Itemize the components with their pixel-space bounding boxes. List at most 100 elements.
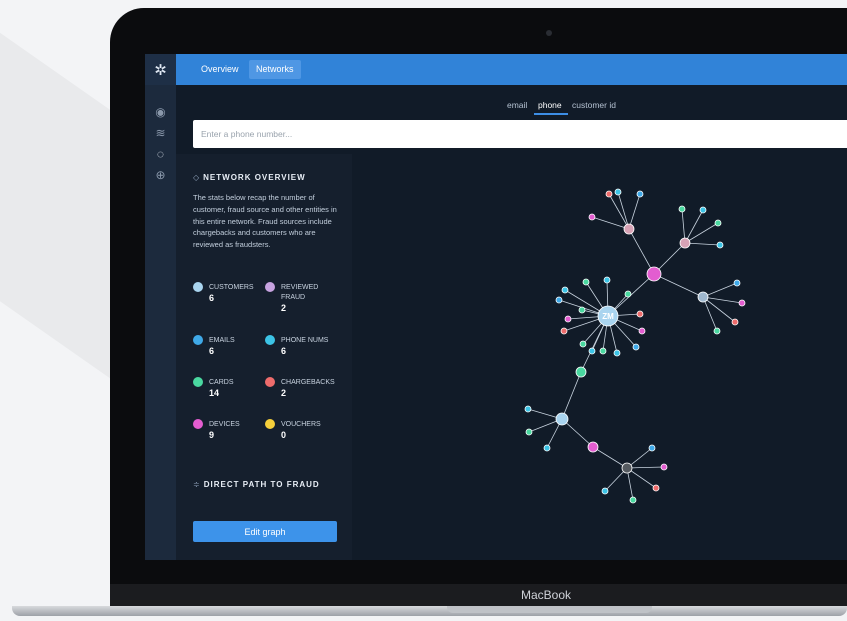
- graph-leaf-node[interactable]: [629, 496, 637, 504]
- tab-email[interactable]: email: [507, 100, 527, 110]
- graph-leaf-node[interactable]: [636, 310, 644, 318]
- laptop-brand: MacBook: [521, 588, 572, 602]
- graph-hub-node[interactable]: [646, 266, 662, 282]
- graph-leaf-node[interactable]: [560, 327, 568, 335]
- active-tab-indicator: [534, 113, 568, 115]
- graph-hub-node[interactable]: [587, 441, 599, 453]
- graph-hub-node[interactable]: [575, 366, 587, 378]
- edit-graph-button[interactable]: Edit graph: [193, 521, 337, 542]
- graph-leaf-node[interactable]: [525, 428, 533, 436]
- graph-edge: [628, 193, 641, 230]
- graph-leaf-node[interactable]: [524, 405, 532, 413]
- graph-leaf-node[interactable]: [564, 315, 572, 323]
- tab-phone[interactable]: phone: [538, 100, 562, 110]
- graph-leaf-node[interactable]: [555, 296, 563, 304]
- graph-edge: [684, 209, 704, 244]
- stat-label: PHONE NUMS: [281, 337, 329, 344]
- center-node-label: ZM: [602, 312, 614, 321]
- graph-hub-node[interactable]: [697, 291, 709, 303]
- voucher-icon: [265, 419, 275, 429]
- graph-edge: [626, 466, 665, 469]
- graph-leaf-node[interactable]: [561, 286, 569, 294]
- graph-hub-node[interactable]: [679, 237, 691, 249]
- stat-value: 2: [281, 388, 287, 398]
- graph-leaf-node[interactable]: [713, 327, 721, 335]
- phone-search-input[interactable]: [193, 120, 847, 148]
- stat-label: EMAILS: [209, 337, 235, 344]
- phone-icon: [265, 335, 275, 345]
- stat-value: 14: [209, 388, 220, 398]
- graph-leaf-node[interactable]: [731, 318, 739, 326]
- device-icon: [193, 419, 203, 429]
- graph-leaf-node[interactable]: [652, 484, 660, 492]
- graph-leaf-node[interactable]: [601, 487, 609, 495]
- tab-networks[interactable]: Networks: [249, 60, 301, 79]
- direct-path-title: ≑ DIRECT PATH TO FRAUD: [193, 480, 320, 489]
- flag-icon: [265, 282, 275, 292]
- graph-edge: [592, 446, 628, 469]
- graph-leaf-node[interactable]: [588, 213, 596, 221]
- graph-leaf-node[interactable]: [579, 340, 587, 348]
- graph-edge: [653, 273, 704, 298]
- stat-value: 9: [209, 430, 215, 440]
- laptop-chin: [110, 584, 847, 608]
- graph-leaf-node[interactable]: [543, 444, 551, 452]
- laptop-base: [12, 606, 847, 616]
- compass-icon[interactable]: ◉: [154, 106, 167, 119]
- tab-overview[interactable]: Overview: [194, 60, 246, 79]
- graph-leaf-node[interactable]: [624, 290, 632, 298]
- graph-leaf-node[interactable]: [599, 347, 607, 355]
- graph-leaf-node[interactable]: [648, 444, 656, 452]
- user-icon: [193, 282, 203, 292]
- stat-label: VOUCHERS: [281, 421, 321, 428]
- graph-leaf-node[interactable]: [699, 206, 707, 214]
- graph-leaf-node[interactable]: [714, 219, 722, 227]
- stat-value: 6: [281, 346, 287, 356]
- graph-edge: [702, 296, 743, 304]
- graph-leaf-node[interactable]: [738, 299, 746, 307]
- overview-panel: ◇ NETWORK OVERVIEW The stats below recap …: [176, 154, 352, 560]
- stat-value: 0: [281, 430, 287, 440]
- direct-path-label: DIRECT PATH TO FRAUD: [203, 480, 320, 489]
- graph-leaf-node[interactable]: [578, 306, 586, 314]
- globe-icon[interactable]: ⊕: [154, 169, 167, 182]
- layers-icon[interactable]: ≋: [154, 127, 167, 140]
- graph-leaf-node[interactable]: [632, 343, 640, 351]
- graph-leaf-node[interactable]: [613, 349, 621, 357]
- path-icon: ≑: [193, 480, 201, 489]
- graph-hub-node[interactable]: [555, 412, 569, 426]
- graph-leaf-node[interactable]: [582, 278, 590, 286]
- graph-leaf-node[interactable]: [588, 347, 596, 355]
- stat-label: CHARGEBACKS: [281, 379, 335, 386]
- network-overview-title: ◇ NETWORK OVERVIEW: [193, 173, 306, 182]
- graph-leaf-node[interactable]: [733, 279, 741, 287]
- graph-hub-node[interactable]: [623, 223, 635, 235]
- graph-leaf-node[interactable]: [638, 327, 646, 335]
- graph-leaf-node[interactable]: [603, 276, 611, 284]
- graph-leaf-node[interactable]: [605, 190, 613, 198]
- graph-leaf-node[interactable]: [614, 188, 622, 196]
- app-screen: ZM ✲ ◉ ≋ ◌ ⊕ Overview Networks email pho…: [145, 54, 847, 560]
- graph-leaf-node[interactable]: [678, 205, 686, 213]
- chargeback-icon: [265, 377, 275, 387]
- card-icon: [193, 377, 203, 387]
- network-overview-label: NETWORK OVERVIEW: [203, 173, 306, 182]
- stat-value: 6: [209, 346, 215, 356]
- graph-leaf-node[interactable]: [660, 463, 668, 471]
- app-logo-icon[interactable]: ✲: [145, 54, 176, 85]
- graph-leaf-node[interactable]: [636, 190, 644, 198]
- stat-value: 2: [281, 303, 287, 313]
- graph-edge: [617, 191, 630, 230]
- graph-leaf-node[interactable]: [716, 241, 724, 249]
- laptop-notch: [447, 606, 652, 613]
- tab-customer-id[interactable]: customer id: [572, 100, 616, 110]
- network-icon[interactable]: ◌: [154, 148, 167, 161]
- graph-hub-node[interactable]: [621, 462, 633, 474]
- stat-label: REVIEWED FRAUD: [281, 284, 319, 301]
- camera-icon: [546, 30, 552, 36]
- graph-edge: [702, 282, 738, 298]
- top-nav: Overview Networks: [176, 54, 847, 85]
- graph-edge: [628, 228, 655, 275]
- icon-rail: ✲ ◉ ≋ ◌ ⊕: [145, 54, 176, 560]
- stat-label: DEVICES: [209, 421, 240, 428]
